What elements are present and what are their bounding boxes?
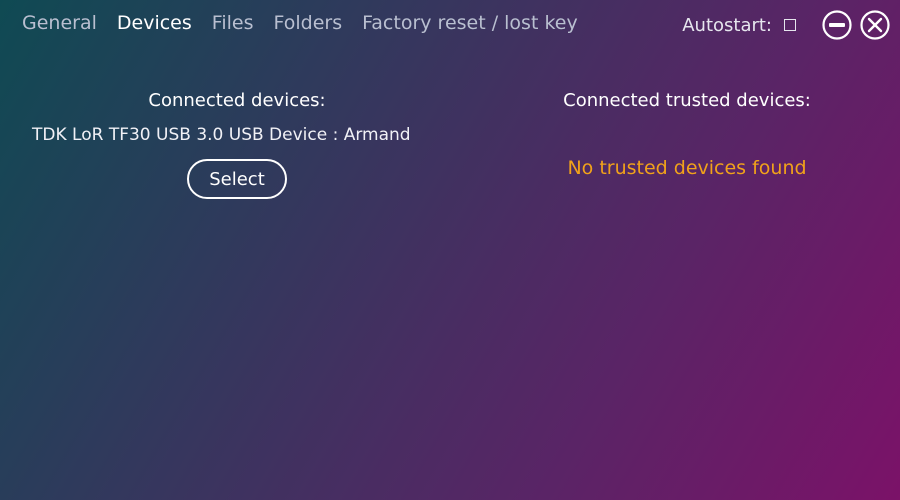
minimize-icon[interactable]	[822, 10, 852, 40]
tab-devices[interactable]: Devices	[117, 12, 192, 34]
device-list-item: TDK LoR TF30 USB 3.0 USB Device : Armand	[32, 125, 411, 145]
no-trusted-devices-message: No trusted devices found	[567, 157, 807, 179]
tab-general[interactable]: General	[22, 12, 97, 34]
trusted-devices-title: Connected trusted devices:	[563, 90, 811, 111]
connected-devices-panel: Connected devices: TDK LoR TF30 USB 3.0 …	[22, 90, 452, 199]
window-controls: Autostart:	[682, 10, 890, 40]
trusted-devices-panel: Connected trusted devices: No trusted de…	[472, 90, 900, 179]
connected-devices-title: Connected devices:	[148, 90, 326, 111]
autostart-label: Autostart:	[682, 14, 772, 36]
tab-folders[interactable]: Folders	[273, 12, 342, 34]
app-window: General Devices Files Folders Factory re…	[0, 0, 900, 500]
tab-factory-reset[interactable]: Factory reset / lost key	[362, 12, 578, 34]
autostart-checkbox[interactable]	[784, 19, 796, 31]
close-icon[interactable]	[860, 10, 890, 40]
tab-bar: General Devices Files Folders Factory re…	[22, 12, 578, 34]
tab-files[interactable]: Files	[212, 12, 254, 34]
select-button[interactable]: Select	[187, 159, 287, 199]
